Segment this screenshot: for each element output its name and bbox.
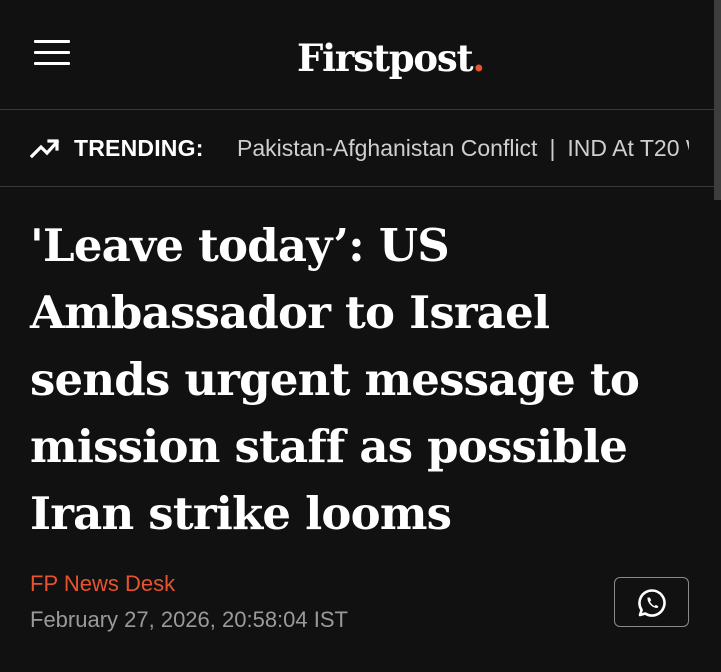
logo-dot: .: [472, 36, 485, 80]
trending-item[interactable]: IND At T20 WC: [567, 135, 689, 161]
trending-label: TRENDING:: [74, 135, 204, 161]
site-header: Firstpost.: [0, 0, 721, 110]
trending-bar: TRENDING: Pakistan-Afghanistan Conflict |…: [0, 110, 714, 187]
article-author[interactable]: FP News Desk: [30, 570, 175, 598]
article-headline: 'Leave today’: US Ambassador to Israel s…: [30, 219, 640, 540]
whatsapp-icon: [638, 589, 666, 617]
trending-ticker: Pakistan-Afghanistan Conflict | IND At T20…: [237, 133, 689, 163]
logo-text: Firstpost: [297, 36, 474, 80]
hamburger-menu-icon[interactable]: [32, 38, 72, 68]
whatsapp-share-button[interactable]: [614, 577, 689, 627]
article-date: February 27, 2026, 20:58:04 IST: [30, 607, 348, 632]
site-logo[interactable]: Firstpost.: [297, 36, 485, 80]
trending-separator: |: [549, 135, 556, 161]
menu-bar: [34, 51, 70, 54]
scrollbar-thumb[interactable]: [714, 0, 721, 200]
page: Firstpost. TRENDING: Pakistan-Afghanista…: [0, 0, 721, 672]
trending-item[interactable]: Pakistan-Afghanistan Conflict: [237, 135, 537, 161]
trending-up-icon: [30, 139, 60, 159]
menu-bar: [34, 62, 70, 65]
menu-bar: [34, 40, 70, 43]
